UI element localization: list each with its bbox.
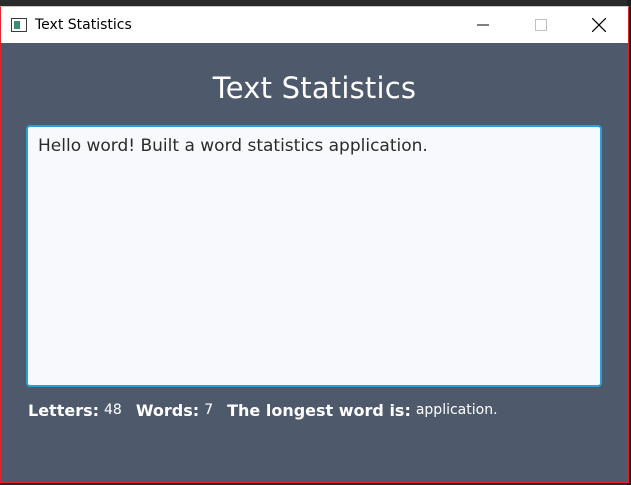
minimize-button[interactable] xyxy=(454,7,512,43)
app-icon xyxy=(11,18,27,32)
page-title: Text Statistics xyxy=(212,71,417,105)
text-area-container xyxy=(26,125,602,387)
maximize-button[interactable] xyxy=(512,7,570,43)
longest-word-value: application. xyxy=(415,402,498,418)
close-icon xyxy=(592,18,606,32)
words-label: Words: xyxy=(135,401,200,420)
maximize-icon xyxy=(535,19,547,31)
app-window: Text Statistics Text Statistics Hello wo… xyxy=(0,6,629,483)
stats-bar: Letters: 48 Words: 7 The longest word is… xyxy=(28,401,512,420)
letters-label: Letters: xyxy=(28,401,100,420)
close-button[interactable] xyxy=(570,7,628,43)
words-value: 7 xyxy=(204,402,214,418)
title-bar[interactable]: Text Statistics xyxy=(1,7,628,43)
window-title: Text Statistics xyxy=(35,17,132,33)
longest-word-label: The longest word is: xyxy=(227,401,411,420)
letters-value: 48 xyxy=(104,402,122,418)
minimize-icon xyxy=(477,24,489,26)
main-content: Text Statistics Letters: 48 Words: 7 The… xyxy=(1,43,628,482)
text-input-area[interactable] xyxy=(28,127,600,385)
window-controls xyxy=(454,7,628,43)
